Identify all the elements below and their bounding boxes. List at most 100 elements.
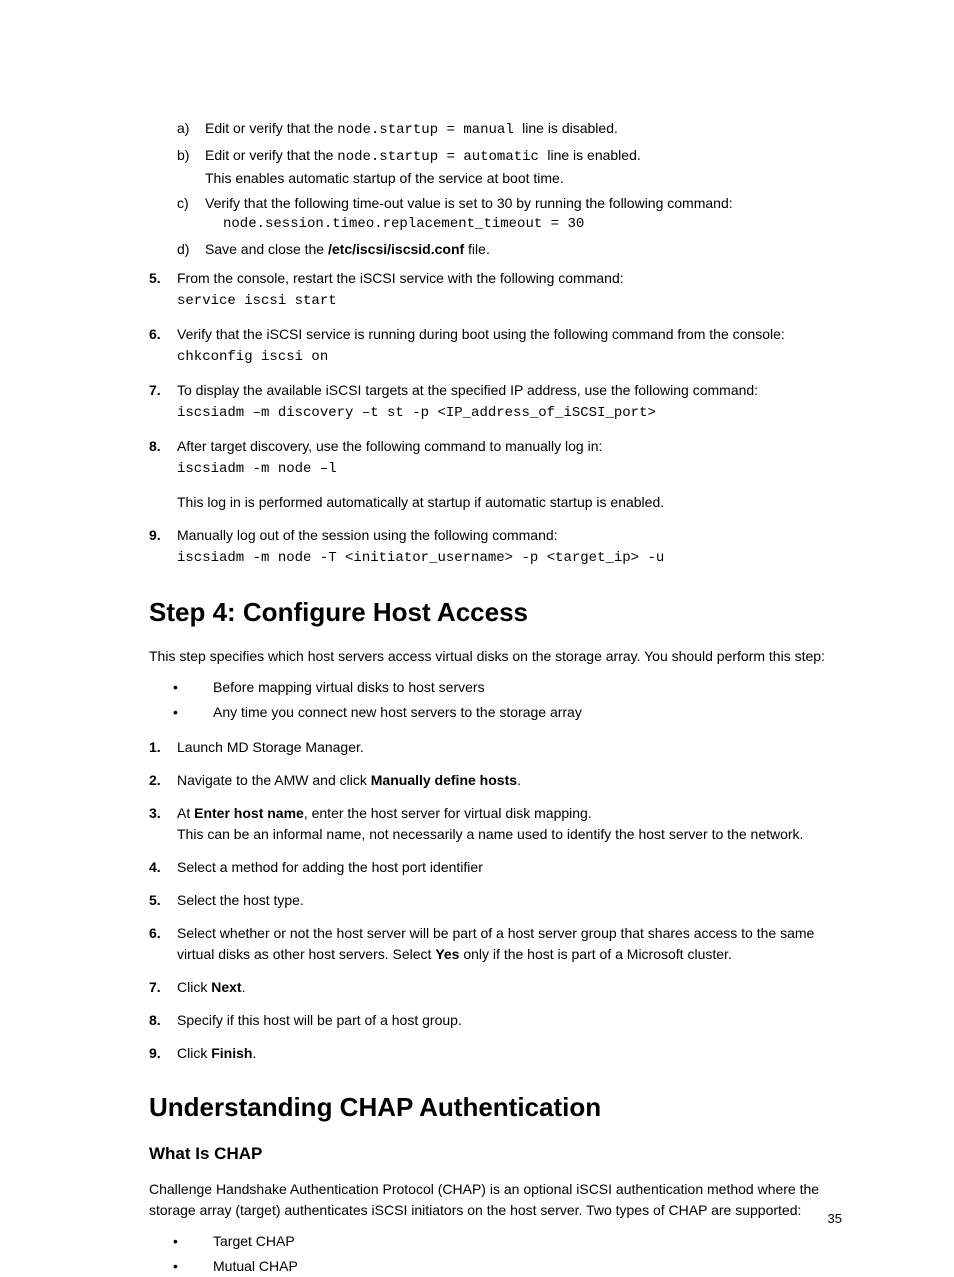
bold-text: Yes [435,946,459,962]
list-item: a) Edit or verify that the node.startup … [177,118,842,141]
text: Save and close the [205,241,328,257]
text: This enables automatic startup of the se… [205,170,564,186]
code: iscsiadm -m node –l [177,461,337,477]
bullet-icon: • [149,1256,213,1277]
list-item: 9.Click Finish. [149,1043,842,1064]
heading-step4: Step 4: Configure Host Access [149,593,842,632]
list-marker: c) [177,193,205,235]
list-marker: 9. [149,1043,177,1064]
text: Select a method for adding the host port… [177,857,842,878]
text: At [177,805,194,821]
heading-chap: Understanding CHAP Authentication [149,1088,842,1127]
bullet-list: •Before mapping virtual disks to host se… [149,677,842,723]
list-item: •Before mapping virtual disks to host se… [149,677,842,698]
list-item: 5. From the console, restart the iSCSI s… [149,268,842,312]
text: Click [177,1045,211,1061]
text: Any time you connect new host servers to… [213,702,582,723]
list-item: 8.Specify if this host will be part of a… [149,1010,842,1031]
list-marker: d) [177,239,205,260]
code: iscsiadm -m node -T <initiator_username>… [177,550,664,566]
list-item: 3.At Enter host name, enter the host ser… [149,803,842,845]
text: . [252,1045,256,1061]
code: node.session.timeo.replacement_timeout =… [205,214,842,235]
list-item: d) Save and close the /etc/iscsi/iscsid.… [177,239,842,260]
code: iscsiadm –m discovery –t st -p <IP_addre… [177,405,656,421]
text: line is enabled. [547,147,640,163]
list-item: c) Verify that the following time-out va… [177,193,842,235]
list-marker: 6. [149,923,177,965]
list-item: •Mutual CHAP [149,1256,842,1277]
bold-text: Finish [211,1045,252,1061]
bullet-icon: • [149,702,213,723]
text: . [242,979,246,995]
list-marker: 1. [149,737,177,758]
code: chkconfig iscsi on [177,349,328,365]
bullet-icon: • [149,1231,213,1252]
list-item: b) Edit or verify that the node.startup … [177,145,842,189]
list-item: 6.Select whether or not the host server … [149,923,842,965]
text: , enter the host server for virtual disk… [304,805,592,821]
list-marker: 5. [149,268,177,312]
text: Manually log out of the session using th… [177,527,558,543]
document-page: a) Edit or verify that the node.startup … [0,0,954,1268]
text: file. [464,241,490,257]
bold-text: Manually define hosts [371,772,517,788]
text: only if the host is part of a Microsoft … [459,946,731,962]
text: line is disabled. [522,120,618,136]
text: Verify that the iSCSI service is running… [177,326,785,342]
list-marker: 6. [149,324,177,368]
list-item: 4.Select a method for adding the host po… [149,857,842,878]
text: Before mapping virtual disks to host ser… [213,677,485,698]
text: Edit or verify that the [205,147,337,163]
list-marker: 4. [149,857,177,878]
text: To display the available iSCSI targets a… [177,382,758,398]
bold-text: Enter host name [194,805,304,821]
list-item: 8. After target discovery, use the follo… [149,436,842,513]
bold-text: /etc/iscsi/iscsid.conf [328,241,464,257]
text: Target CHAP [213,1231,295,1252]
sub-ordered-list: a) Edit or verify that the node.startup … [149,118,842,260]
text: Select the host type. [177,890,842,911]
chap-bullet-list: •Target CHAP •Mutual CHAP [149,1231,842,1277]
list-marker: 9. [149,525,177,569]
list-item: 1.Launch MD Storage Manager. [149,737,842,758]
list-marker: 7. [149,977,177,998]
main-ordered-list: 5. From the console, restart the iSCSI s… [149,268,842,569]
bullet-icon: • [149,677,213,698]
list-marker: 3. [149,803,177,845]
text: From the console, restart the iSCSI serv… [177,270,624,286]
text: Edit or verify that the [205,120,337,136]
text: Verify that the following time-out value… [205,195,733,211]
code: node.startup = automatic [337,149,547,165]
text: Launch MD Storage Manager. [177,737,842,758]
list-item: 9. Manually log out of the session using… [149,525,842,569]
list-item: •Target CHAP [149,1231,842,1252]
code: service iscsi start [177,293,337,309]
list-item: •Any time you connect new host servers t… [149,702,842,723]
list-item: 6. Verify that the iSCSI service is runn… [149,324,842,368]
list-marker: a) [177,118,205,141]
paragraph: This step specifies which host servers a… [149,646,842,667]
text: Specify if this host will be part of a h… [177,1010,842,1031]
text: Navigate to the AMW and click [177,772,371,788]
list-marker: b) [177,145,205,189]
text: This log in is performed automatically a… [177,492,842,513]
list-marker: 5. [149,890,177,911]
bold-text: Next [211,979,241,995]
list-item: 2.Navigate to the AMW and click Manually… [149,770,842,791]
code: node.startup = manual [337,122,522,138]
list-item: 7. To display the available iSCSI target… [149,380,842,424]
text: . [517,772,521,788]
text: This can be an informal name, not necess… [177,826,803,842]
page-number: 35 [828,1209,842,1229]
list-marker: 2. [149,770,177,791]
step4-ordered-list: 1.Launch MD Storage Manager. 2.Navigate … [149,737,842,1064]
list-marker: 8. [149,436,177,513]
paragraph: Challenge Handshake Authentication Proto… [149,1179,842,1221]
text: After target discovery, use the followin… [177,438,602,454]
text: Click [177,979,211,995]
list-marker: 8. [149,1010,177,1031]
list-item: 7.Click Next. [149,977,842,998]
text: Mutual CHAP [213,1256,298,1277]
list-item: 5.Select the host type. [149,890,842,911]
